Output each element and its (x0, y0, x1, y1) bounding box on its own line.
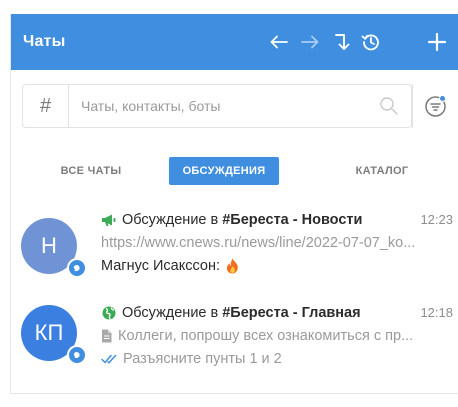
document-icon (101, 329, 112, 343)
discussion-badge-icon (67, 258, 87, 278)
chat-list-item[interactable]: Н Обсуждение в #Береста - Новости 12:23 … (11, 210, 458, 296)
chat-time: 12:18 (420, 305, 453, 320)
filter-button[interactable] (412, 84, 458, 128)
plus-icon (427, 32, 447, 52)
megaphone-icon (101, 212, 117, 228)
chat-preview: Коллеги, попрошу всех ознакомиться с пр.… (101, 326, 453, 346)
forward-button[interactable] (295, 27, 325, 57)
fire-emoji-icon (226, 258, 239, 274)
search-input[interactable] (81, 96, 351, 116)
tab-all-chats[interactable]: ВСЕ ЧАТЫ (41, 157, 141, 185)
jump-down-button[interactable] (327, 27, 357, 57)
chat-title-prefix: Обсуждение в (122, 212, 219, 228)
chat-last-message: Разъясните пунты 1 и 2 (101, 349, 453, 369)
chat-channel-name: #Береста - Главная (222, 305, 361, 321)
arrow-left-icon (270, 35, 288, 49)
header-bar: Чаты (11, 14, 458, 70)
chat-last-message-text: Разъясните пунты 1 и 2 (123, 351, 282, 367)
page-title: Чаты (23, 33, 66, 50)
add-chat-button[interactable] (422, 27, 452, 57)
history-icon (361, 34, 379, 51)
avatar-initials: КП (34, 320, 64, 345)
chat-tabs: ВСЕ ЧАТЫ ОБСУЖДЕНИЯ КАТАЛОГ (11, 157, 458, 185)
chat-list-item[interactable]: КП Обсуждение в #Береста - Главная 12:18… (11, 303, 458, 389)
chat-last-message: Магнус Исакссон: (101, 256, 453, 276)
avatar-initials: Н (41, 233, 57, 258)
back-button[interactable] (264, 27, 294, 57)
chat-preview-text: https://www.cnews.ru/news/line/2022-07-0… (101, 235, 416, 251)
chat-last-author: Магнус Исакссон: (101, 258, 220, 274)
search-icon[interactable] (379, 96, 399, 116)
discussion-badge-icon (67, 345, 87, 365)
tab-catalog[interactable]: КАТАЛОГ (337, 157, 427, 185)
jump-down-icon (335, 34, 350, 50)
history-button[interactable] (356, 27, 386, 57)
chat-title: Обсуждение в #Береста - Главная (101, 303, 451, 323)
hash-icon[interactable]: # (23, 85, 69, 127)
chat-preview-text: Коллеги, попрошу всех ознакомиться с пр.… (118, 328, 414, 344)
chat-title: Обсуждение в #Береста - Новости (101, 210, 451, 230)
globe-icon (101, 305, 117, 321)
chat-title-prefix: Обсуждение в (122, 305, 219, 321)
arrow-right-icon (301, 35, 319, 49)
chat-time: 12:23 (420, 212, 453, 227)
chat-channel-name: #Береста - Новости (222, 212, 363, 228)
tab-discussions[interactable]: ОБСУЖДЕНИЯ (169, 157, 279, 185)
chat-preview: https://www.cnews.ru/news/line/2022-07-0… (101, 233, 453, 253)
double-check-icon (101, 354, 117, 364)
filter-icon (424, 95, 446, 117)
search-box: # (22, 84, 412, 128)
chat-list-panel: Чаты # ВСЕ ЧАТЫ ОБСУЖДЕНИЯ КАТАЛОГ Н (10, 14, 458, 394)
